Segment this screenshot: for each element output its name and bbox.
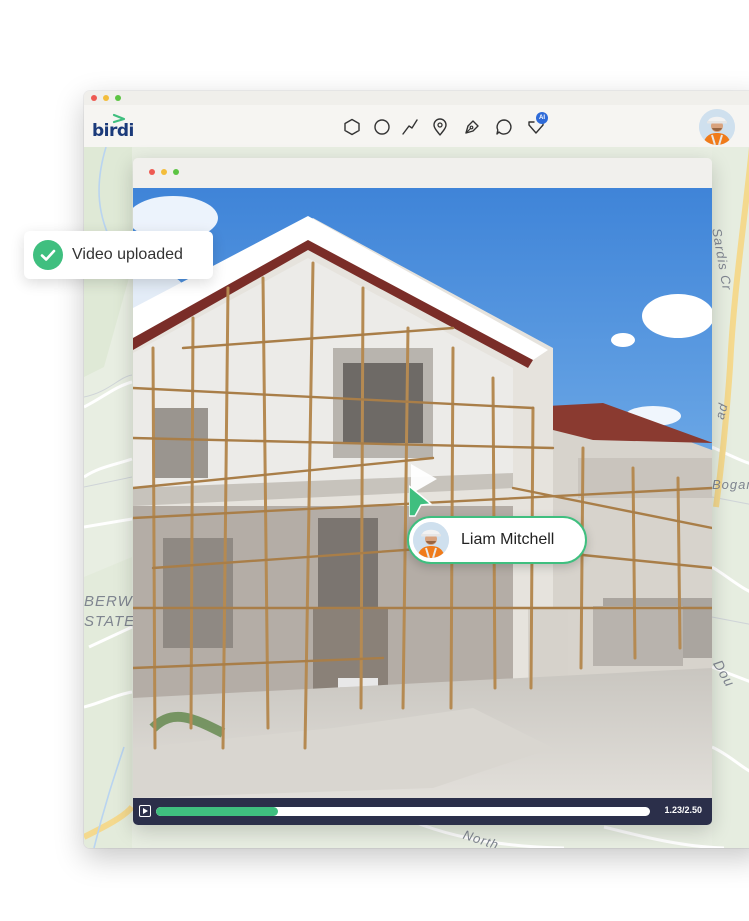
- map-label-street: Bogan: [712, 477, 749, 492]
- progress-bar[interactable]: [156, 807, 650, 816]
- collaborator-avatar: [413, 522, 449, 558]
- user-avatar[interactable]: [699, 109, 735, 145]
- upload-toast: Video uploaded: [24, 231, 213, 279]
- circle-tool-button[interactable]: [372, 117, 392, 137]
- polygon-tool-button[interactable]: [342, 117, 362, 137]
- logo-text: birdi: [92, 121, 134, 141]
- close-window-button[interactable]: [91, 95, 97, 101]
- pen-tool-button[interactable]: [462, 117, 482, 137]
- birdi-logo[interactable]: birdi: [92, 113, 134, 141]
- close-video-window-button[interactable]: [149, 169, 155, 175]
- check-circle-icon: [33, 240, 63, 270]
- collaborator-name: Liam Mitchell: [461, 531, 555, 548]
- video-controls: 1.23/2.50: [133, 798, 712, 825]
- window-titlebar: [84, 91, 749, 105]
- line-tool-button[interactable]: [400, 117, 420, 137]
- line-icon: [402, 119, 418, 135]
- map-label-suburb: BERW: [84, 593, 133, 610]
- time-display: 1.23/2.50: [664, 805, 702, 815]
- pointer-cursor-icon: [408, 464, 439, 520]
- ai-tool-button[interactable]: AI: [526, 112, 548, 137]
- play-pause-button[interactable]: [139, 805, 151, 817]
- comment-tool-button[interactable]: [494, 117, 514, 137]
- ai-badge: AI: [536, 112, 548, 124]
- maximize-video-window-button[interactable]: [173, 169, 179, 175]
- main-toolbar: birdi AI: [84, 105, 749, 148]
- progress-fill: [156, 807, 278, 816]
- minimize-window-button[interactable]: [103, 95, 109, 101]
- comment-icon: [496, 119, 512, 135]
- pen-tool-icon: [465, 120, 479, 134]
- location-tool-button[interactable]: [430, 117, 450, 137]
- video-window-titlebar: [133, 158, 712, 188]
- map-label-suburb: STATE: [84, 613, 136, 630]
- location-pin-icon: [433, 118, 447, 136]
- maximize-window-button[interactable]: [115, 95, 121, 101]
- circle-icon: [374, 119, 390, 135]
- toast-message: Video uploaded: [72, 246, 183, 263]
- minimize-video-window-button[interactable]: [161, 169, 167, 175]
- avatar-image: [699, 109, 735, 145]
- collaborator-tag: Liam Mitchell: [407, 516, 587, 564]
- polygon-icon: [344, 118, 360, 136]
